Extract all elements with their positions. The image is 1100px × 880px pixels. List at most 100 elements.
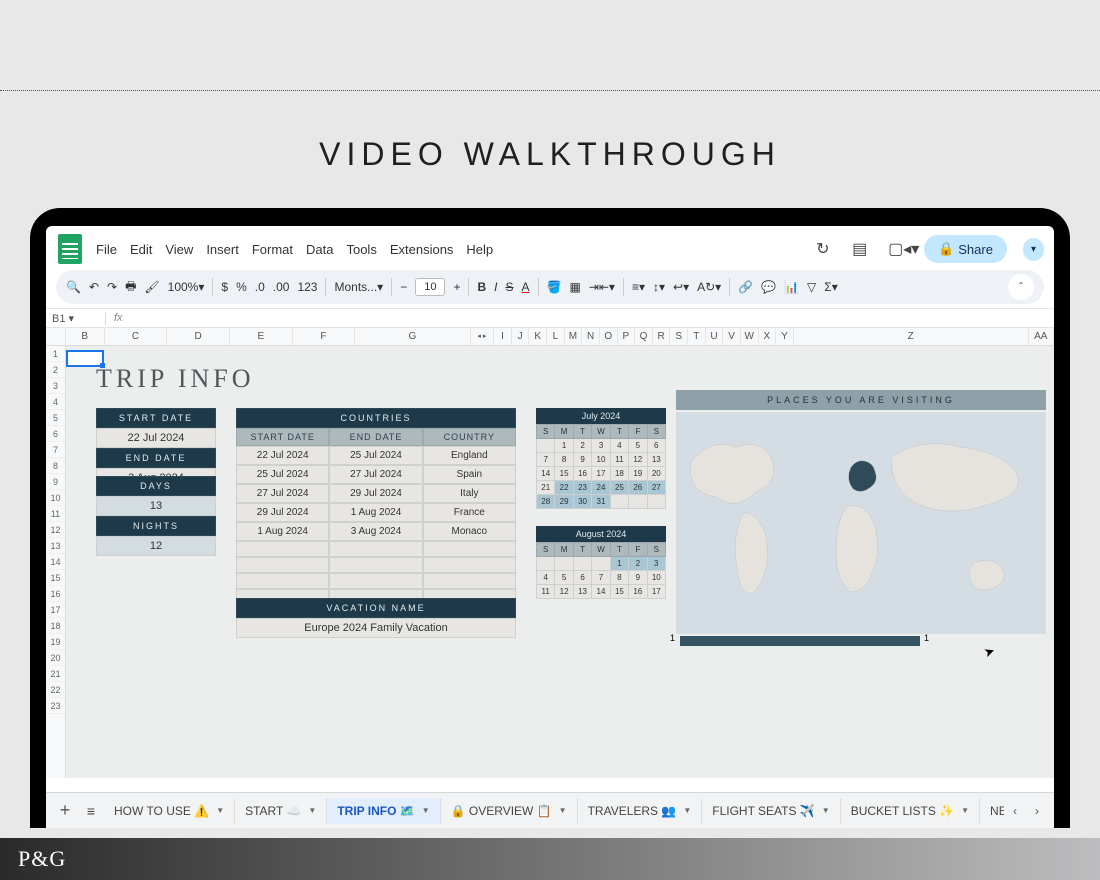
decrease-font-icon[interactable]: − — [400, 280, 407, 294]
search-icon[interactable]: 🔍 — [66, 280, 81, 294]
scroll-tabs-right[interactable]: › — [1026, 800, 1048, 822]
cal-day[interactable]: 10 — [592, 453, 610, 467]
cal-day[interactable]: 1 — [555, 439, 573, 453]
cal-day[interactable]: 20 — [647, 467, 665, 481]
link-icon[interactable]: 🔗 — [738, 280, 753, 294]
row-4[interactable]: 4 — [46, 394, 65, 410]
cal-day[interactable]: 9 — [573, 453, 591, 467]
row-12[interactable]: 12 — [46, 522, 65, 538]
cal-day[interactable]: 14 — [592, 585, 610, 599]
row-18[interactable]: 18 — [46, 618, 65, 634]
cal-day[interactable]: 12 — [629, 453, 647, 467]
cal-day[interactable]: 15 — [610, 585, 628, 599]
cal-day[interactable]: 17 — [592, 467, 610, 481]
paint-format-icon[interactable]: 🖌 — [144, 280, 159, 294]
col-R[interactable]: R — [653, 328, 671, 345]
zoom-select[interactable]: 100% ▾ — [168, 280, 205, 294]
cal-day[interactable]: 29 — [555, 495, 573, 509]
sheet-tab[interactable]: START ☁️▼ — [235, 798, 327, 824]
countries-cell-empty[interactable] — [423, 573, 516, 589]
row-15[interactable]: 15 — [46, 570, 65, 586]
col-Q[interactable]: Q — [635, 328, 653, 345]
countries-cell-empty[interactable] — [329, 573, 422, 589]
cal-day[interactable]: 1 — [610, 557, 628, 571]
undo-icon[interactable]: ↶ — [89, 280, 99, 294]
row-5[interactable]: 5 — [46, 410, 65, 426]
cal-day[interactable] — [647, 495, 665, 509]
percent-icon[interactable]: % — [236, 280, 247, 294]
col-K[interactable]: K — [529, 328, 547, 345]
format-123-icon[interactable]: 123 — [297, 280, 317, 294]
merge-icon[interactable]: ⇥⇤▾ — [589, 280, 615, 294]
share-dropdown[interactable]: ▾ — [1023, 238, 1044, 261]
row-headers[interactable]: 1234567891011121314151617181920212223 — [46, 346, 66, 778]
tab-dropdown-icon[interactable]: ▼ — [308, 806, 316, 815]
cal-day[interactable] — [629, 495, 647, 509]
name-box[interactable]: B1 ▾ — [46, 312, 106, 325]
decrease-decimal-icon[interactable]: .0 — [255, 280, 265, 294]
sheet-tab[interactable]: 🔒 OVERVIEW 📋▼ — [441, 798, 578, 824]
scroll-tabs-left[interactable]: ‹ — [1004, 800, 1026, 822]
col-Y[interactable]: Y — [776, 328, 794, 345]
sheet-tab[interactable]: FLIGHT SEATS ✈️▼ — [702, 798, 840, 824]
text-color-icon[interactable]: A — [522, 280, 530, 294]
cal-day[interactable] — [573, 557, 591, 571]
row-11[interactable]: 11 — [46, 506, 65, 522]
menu-data[interactable]: Data — [306, 242, 333, 257]
halign-icon[interactable]: ≡▾ — [632, 280, 645, 294]
col-L[interactable]: L — [547, 328, 565, 345]
row-17[interactable]: 17 — [46, 602, 65, 618]
countries-cell[interactable]: 3 Aug 2024 — [329, 522, 422, 541]
col-X[interactable]: X — [759, 328, 777, 345]
sheet-tab[interactable]: HOW TO USE ⚠️▼ — [104, 798, 235, 824]
font-size-input[interactable]: 10 — [415, 278, 445, 296]
tab-dropdown-icon[interactable]: ▼ — [559, 806, 567, 815]
cal-day[interactable]: 30 — [573, 495, 591, 509]
row-3[interactable]: 3 — [46, 378, 65, 394]
col-S[interactable]: S — [670, 328, 688, 345]
cal-day[interactable]: 15 — [555, 467, 573, 481]
countries-cell[interactable]: England — [423, 446, 516, 465]
chart-icon[interactable]: 📊 — [784, 280, 799, 294]
col-T[interactable]: T — [688, 328, 706, 345]
start-date-value[interactable]: 22 Jul 2024 — [96, 428, 216, 448]
collapse-toolbar-icon[interactable]: ˆ — [1008, 274, 1034, 300]
countries-cell-empty[interactable] — [329, 541, 422, 557]
cal-day[interactable]: 16 — [573, 467, 591, 481]
cal-day[interactable]: 9 — [629, 571, 647, 585]
sheets-icon[interactable] — [58, 234, 82, 264]
tab-dropdown-icon[interactable]: ▼ — [422, 806, 430, 815]
cal-day[interactable]: 8 — [610, 571, 628, 585]
cal-day[interactable]: 6 — [573, 571, 591, 585]
countries-cell-empty[interactable] — [236, 557, 329, 573]
row-6[interactable]: 6 — [46, 426, 65, 442]
col-C[interactable]: C — [105, 328, 168, 345]
cal-day[interactable]: 26 — [629, 481, 647, 495]
sheet-tab[interactable]: NEAR B▼ — [980, 798, 1004, 824]
cal-day[interactable]: 4 — [537, 571, 555, 585]
col-split[interactable]: ◂ ▸ — [471, 328, 495, 345]
strike-icon[interactable]: S — [505, 280, 513, 294]
cal-day[interactable]: 13 — [647, 453, 665, 467]
sheet-tab[interactable]: BUCKET LISTS ✨▼ — [841, 798, 980, 824]
col-E[interactable]: E — [230, 328, 293, 345]
meet-icon[interactable]: ▢◂▾ — [888, 239, 908, 259]
countries-cell-empty[interactable] — [423, 541, 516, 557]
row-7[interactable]: 7 — [46, 442, 65, 458]
tab-dropdown-icon[interactable]: ▼ — [216, 806, 224, 815]
fill-color-icon[interactable]: 🪣 — [547, 280, 562, 294]
add-sheet-button[interactable]: + — [52, 800, 78, 821]
menu-insert[interactable]: Insert — [206, 242, 239, 257]
cal-day[interactable] — [537, 439, 555, 453]
cal-day[interactable]: 12 — [555, 585, 573, 599]
cal-day[interactable]: 23 — [573, 481, 591, 495]
cal-day[interactable]: 5 — [629, 439, 647, 453]
cal-day[interactable]: 25 — [610, 481, 628, 495]
col-P[interactable]: P — [618, 328, 636, 345]
cal-day[interactable]: 2 — [573, 439, 591, 453]
col-V[interactable]: V — [723, 328, 741, 345]
countries-cell[interactable]: 27 Jul 2024 — [329, 465, 422, 484]
bold-icon[interactable]: B — [477, 280, 486, 294]
col-M[interactable]: M — [565, 328, 583, 345]
functions-icon[interactable]: Σ▾ — [824, 280, 837, 294]
